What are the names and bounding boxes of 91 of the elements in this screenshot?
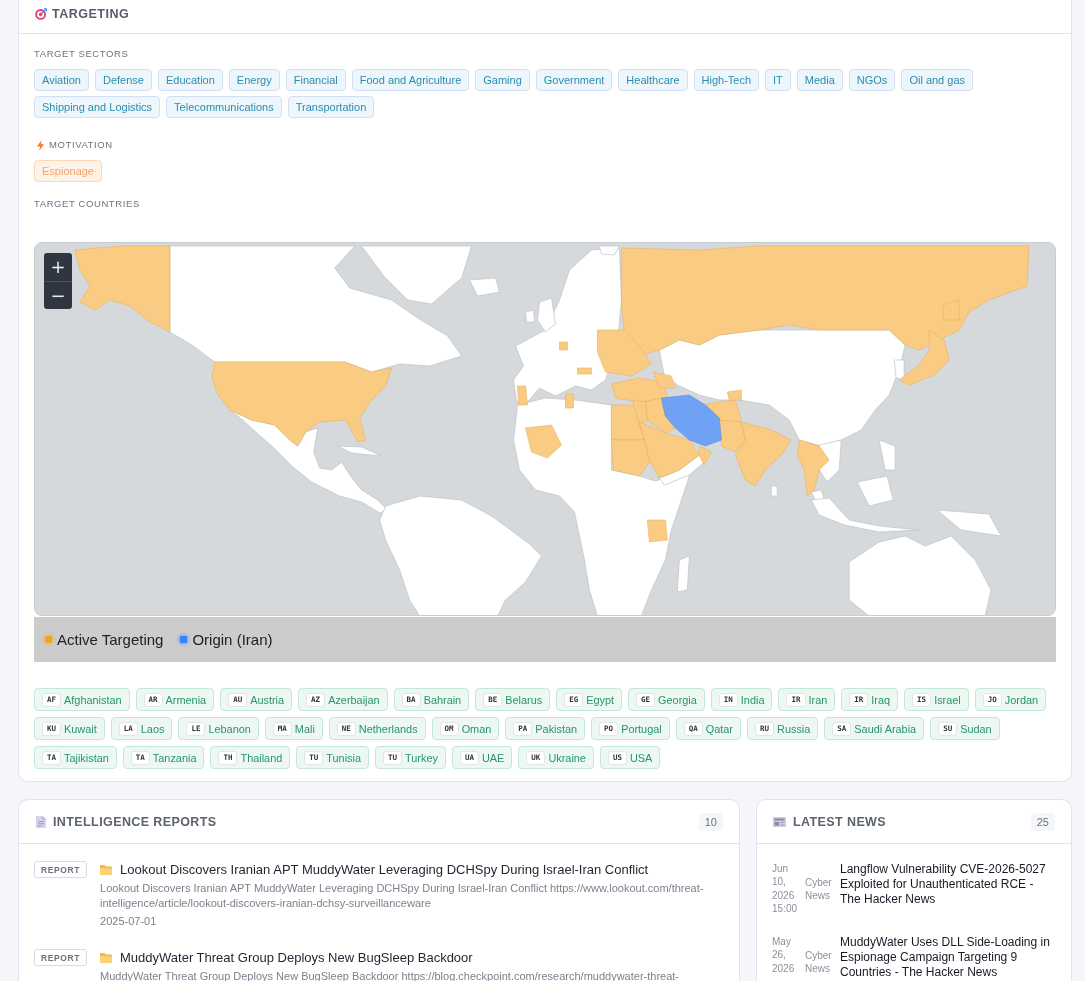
folder-icon [100, 865, 113, 875]
country-name: Bahrain [423, 693, 462, 706]
sector-tag: High-Tech [693, 69, 760, 91]
section-label: MOTIVATION [49, 139, 113, 151]
country-name: Tajikistan [64, 751, 109, 764]
news-source: Cyber News [805, 875, 833, 902]
world-map[interactable]: + − [34, 242, 1056, 616]
sector-tag: Shipping and Logistics [34, 96, 161, 118]
report-badge: REPORT [34, 949, 88, 966]
document-icon [36, 815, 46, 828]
targeted-country-shape [647, 519, 668, 543]
targeted-country-shape [517, 385, 528, 406]
country-name: Belarus [505, 693, 543, 706]
country-name: Kuwait [64, 722, 97, 735]
country-name: Mali [294, 722, 315, 735]
report-count: 10 [698, 812, 723, 831]
lightning-bolt-icon [37, 139, 44, 151]
country-name: Turkey [405, 751, 438, 764]
country-name: Oman [461, 722, 492, 735]
sector-tag: Gaming [475, 69, 530, 91]
zoom-in-button[interactable]: + [44, 253, 72, 281]
country-name: India [740, 693, 765, 706]
country-name: Tanzania [152, 751, 197, 764]
section-title: TARGETING [52, 7, 130, 21]
sector-tag: Healthcare [618, 69, 688, 91]
sector-tag: Food and Agriculture [351, 69, 470, 91]
sector-tag: Telecommunications [166, 96, 282, 118]
country-name: USA [629, 751, 653, 764]
sector-tag: NGOs [848, 69, 896, 91]
targeted-country-shape [577, 367, 592, 375]
motivation-tag: Espionage [34, 160, 102, 182]
section-title: INTELLIGENCE REPORTS [53, 814, 217, 829]
country-name: Israel [934, 693, 961, 706]
news-source: Cyber News [805, 948, 833, 975]
country-name: Thailand [240, 751, 283, 764]
country-name: Qatar [705, 722, 733, 735]
sector-tag: Energy [228, 69, 280, 91]
sector-tag: Oil and gas [901, 69, 974, 91]
country-name: Pakistan [535, 722, 578, 735]
country-name: Saudi Arabia [854, 722, 917, 735]
country-name: Egypt [586, 693, 615, 706]
news-date: May 26, 2026 [772, 935, 796, 976]
country-name: Lebanon [208, 722, 251, 735]
news-title[interactable]: Langflow Vulnerability CVE-2026-5027 Exploited for Unauthenticated RCE - The Hacker News [840, 862, 1057, 907]
country-name: Iran [808, 693, 828, 706]
sector-tag: Media [796, 69, 843, 91]
target-icon [35, 8, 47, 20]
country-name: Armenia [165, 693, 207, 706]
sector-tag: Financial [285, 69, 346, 91]
country-name: Afghanistan [64, 693, 122, 706]
report-title[interactable]: MuddyWater Threat Group Deploys New BugSleep Backdoor [120, 949, 473, 967]
sector-tag: Defense [94, 69, 152, 91]
country-name: Austria [250, 693, 285, 706]
country-name: Ukraine [548, 751, 586, 764]
targeted-country-shape [565, 393, 574, 409]
newspaper-icon [773, 816, 786, 827]
zoom-out-button[interactable]: − [44, 281, 72, 309]
country-name: Portugal [621, 722, 662, 735]
country-name: Laos [140, 722, 165, 735]
targeted-country-shape [796, 439, 830, 497]
report-badge: REPORT [34, 861, 88, 878]
section-label: TARGET COUNTRIES [34, 198, 141, 210]
sector-tag: IT [765, 69, 791, 91]
section-label: TARGET SECTORS [34, 48, 130, 60]
country-name: UAE [481, 751, 505, 764]
news-date: Jun 10, 2026 15:00 [772, 862, 799, 916]
folder-icon [100, 953, 113, 963]
sector-tag: Aviation [34, 69, 89, 91]
country-name: Azerbaijan [328, 693, 380, 706]
report-description: Lookout Discovers Iranian APT MuddyWater Leveraging DCHSpy During Israel-Iran Conflict https://www.lookout.com/threat-intelligence/article/lookout-discovers-iranian-dchsy-surveillanceware [100, 881, 705, 911]
targeted-country-shape [559, 341, 568, 351]
news-count: 25 [1030, 812, 1055, 831]
country-name: Georgia [658, 693, 697, 706]
origin-country-shape [661, 394, 722, 447]
targeted-country-shape [525, 424, 562, 459]
sector-tag: Transportation [287, 96, 375, 118]
country-name: Iraq [871, 693, 891, 706]
sector-tag: Education [157, 69, 223, 91]
country-name: Netherlands [358, 722, 418, 735]
section-title: LATEST NEWS [793, 814, 887, 829]
report-title[interactable]: Lookout Discovers Iranian APT MuddyWater Leveraging DCHSpy During Israel-Iran Conflict [120, 861, 649, 879]
country-name: Russia [777, 722, 811, 735]
news-title[interactable]: MuddyWater Uses DLL Side-Loading in Espionage Campaign Targeting 9 Countries - The Hacker News [840, 935, 1057, 981]
legend-label: Active Targeting [57, 631, 164, 648]
landmass-shape [770, 485, 778, 497]
country-name: Jordan [1004, 693, 1039, 706]
sector-tag: Government [535, 69, 613, 91]
country-name: Tunisia [326, 751, 361, 764]
report-date: 2025-07-01 [100, 914, 158, 929]
legend-label: Origin (Iran) [192, 631, 273, 648]
country-name: Sudan [960, 722, 992, 735]
